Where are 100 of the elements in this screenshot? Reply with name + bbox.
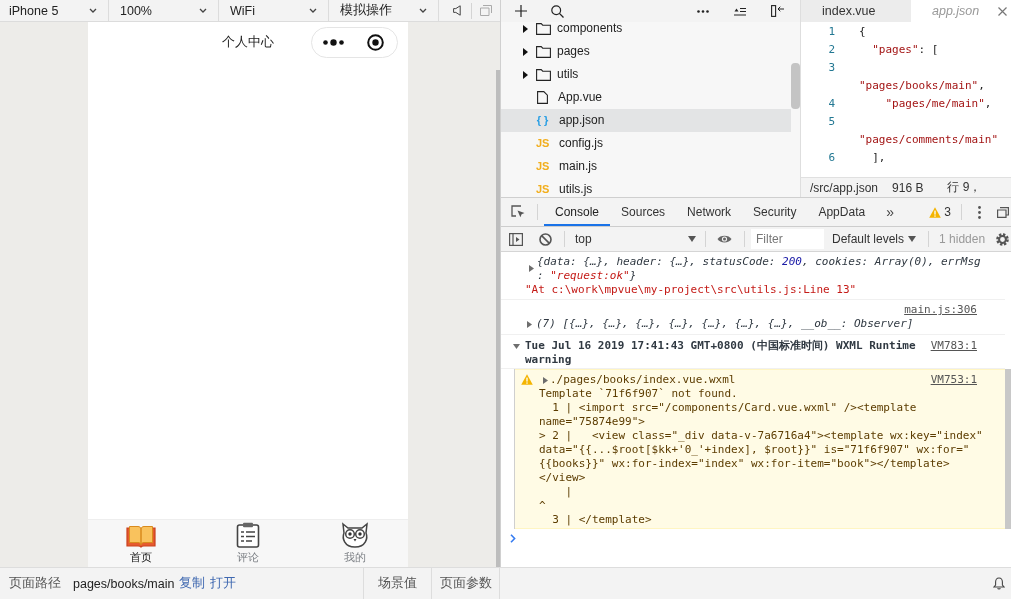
log-array-text: (7) [{…}, {…}, {…}, {…}, {…}, {…}, {…}, __ob__: Observer] xyxy=(536,317,914,331)
status-link[interactable]: 复制 xyxy=(179,575,206,592)
caret-icon[interactable] xyxy=(523,70,528,79)
more-dots-icon[interactable] xyxy=(323,38,344,46)
clipboard-icon xyxy=(236,522,260,548)
scrollbar-thumb[interactable] xyxy=(1005,369,1011,529)
page-title: 个人中心 xyxy=(222,34,274,50)
code-line: { xyxy=(859,24,867,40)
toolbar-dropdown[interactable]: iPhone 5 xyxy=(0,0,109,21)
file-tree-item[interactable]: JS main.js xyxy=(501,155,791,178)
line-number: 3 xyxy=(827,60,835,76)
dock-icon[interactable] xyxy=(997,206,1009,218)
status-link[interactable]: 打开 xyxy=(210,575,237,592)
inspect-icon[interactable] xyxy=(511,205,525,219)
toolbar-dropdown[interactable]: WiFi xyxy=(219,0,329,21)
sidebar-toggle-icon[interactable] xyxy=(509,232,523,246)
prompt-chevron-icon[interactable] xyxy=(510,533,516,543)
devtools-tab[interactable]: Sources xyxy=(610,198,677,226)
panel-arrow-icon[interactable] xyxy=(771,5,784,17)
scrollbar-thumb[interactable] xyxy=(496,70,500,567)
status-button[interactable]: 场景值 xyxy=(363,568,431,599)
folder-icon xyxy=(536,68,551,81)
chevron-down-icon xyxy=(309,8,317,13)
plus-icon[interactable] xyxy=(515,5,527,17)
file-tree-item[interactable]: pages xyxy=(501,40,791,63)
context-select[interactable]: top xyxy=(569,229,701,249)
source-link[interactable]: VM783:1 xyxy=(930,339,977,353)
editor-tab[interactable]: index.vue xyxy=(801,0,911,22)
tab-bar-item[interactable]: 首页 xyxy=(88,520,195,567)
toolbar-dropdown[interactable]: 模拟操作 xyxy=(329,0,439,21)
file-path: /src/app.json xyxy=(810,180,879,195)
folder-icon xyxy=(536,45,551,58)
owl-icon xyxy=(340,522,369,548)
status-button[interactable]: 页面参数 xyxy=(431,568,499,599)
folder-icon xyxy=(536,22,551,35)
tab-bar-item[interactable]: 我的 xyxy=(301,520,408,567)
clear-console-icon[interactable] xyxy=(539,232,552,246)
page-path: pages/books/main xyxy=(73,576,175,591)
chevron-down-icon xyxy=(419,8,427,13)
speaker-icon[interactable] xyxy=(453,5,461,16)
warning-title: ./pages/books/index.vue.wxml xyxy=(550,373,737,387)
warning-icon xyxy=(929,206,942,218)
file-type-icon: JS xyxy=(536,183,549,196)
source-link[interactable]: VM753:1 xyxy=(930,373,977,387)
hidden-count: 1 hidden xyxy=(939,232,986,246)
file-icon xyxy=(537,91,548,104)
search-icon[interactable] xyxy=(551,4,564,18)
expand-arrow-icon[interactable] xyxy=(529,265,534,272)
collapse-list-icon[interactable] xyxy=(734,6,746,16)
settings-icon[interactable] xyxy=(996,232,1009,246)
source-link[interactable]: main.js:306 xyxy=(904,303,977,317)
bell-icon[interactable] xyxy=(993,577,1005,590)
file-tree-item[interactable]: App.vue xyxy=(501,86,791,109)
line-number: 4 xyxy=(827,96,835,112)
code-line: "pages/books/main", xyxy=(859,78,986,94)
log-object-text: {data: {…}, header: {…}, statusCode: 200, cookies: Array(0), errMsg : "request:ok"} xyxy=(537,255,981,283)
line-number: 2 xyxy=(827,42,835,58)
kebab-menu-icon[interactable] xyxy=(978,205,981,219)
log-string-text: "At c:\work\mpvue\my-project\src\utils.js:Line 13" xyxy=(525,283,858,297)
warning-counter[interactable]: 3 xyxy=(929,205,951,219)
tab-bar-item[interactable]: 评论 xyxy=(194,520,302,567)
code-line: "pages/comments/main" xyxy=(859,132,1000,148)
code-line: ], xyxy=(871,150,887,166)
line-number: 5 xyxy=(827,114,835,130)
expand-arrow-icon[interactable] xyxy=(527,321,532,328)
more-dots-icon[interactable] xyxy=(697,9,709,13)
scrollbar-thumb[interactable] xyxy=(791,63,800,109)
group-title[interactable]: Tue Jul 16 2019 17:41:43 GMT+0800 (中国标准时间) WXML Runtime warning xyxy=(525,339,931,367)
file-type-icon: { } xyxy=(536,114,549,127)
warning-icon xyxy=(521,374,533,385)
expand-arrow-icon[interactable] xyxy=(543,377,548,384)
toolbar-dropdown[interactable]: 100% xyxy=(109,0,219,21)
file-type-icon: JS xyxy=(536,160,549,173)
file-size: 916 B xyxy=(892,180,924,195)
file-type-icon: JS xyxy=(536,137,549,150)
caret-icon[interactable] xyxy=(523,47,528,56)
log-levels-dropdown[interactable]: Default levels xyxy=(832,232,917,246)
path-label: 页面路径 xyxy=(9,575,61,592)
target-icon[interactable] xyxy=(367,33,384,51)
devtools-tab[interactable]: AppData xyxy=(807,198,877,226)
cursor-position: 行 9， xyxy=(947,179,982,196)
more-tabs-button[interactable]: » xyxy=(886,204,894,220)
book-icon xyxy=(126,525,157,548)
devtools-tab[interactable]: Network xyxy=(676,198,743,226)
filter-input[interactable]: Filter xyxy=(751,229,824,249)
file-tree-item[interactable]: JS utils.js xyxy=(501,178,791,197)
close-icon[interactable] xyxy=(998,6,1007,16)
chevron-down-icon xyxy=(89,8,97,13)
devtools-tab[interactable]: Security xyxy=(742,198,808,226)
file-tree-item[interactable]: utils xyxy=(501,63,791,86)
caret-down-icon xyxy=(908,236,917,242)
caret-down-icon xyxy=(688,236,696,242)
file-tree-item[interactable]: { } app.json xyxy=(501,109,791,132)
chevron-down-icon xyxy=(199,8,207,13)
caret-icon[interactable] xyxy=(523,24,528,33)
file-tree-item[interactable]: JS config.js xyxy=(501,132,791,155)
expand-arrow-icon[interactable] xyxy=(513,344,520,349)
line-number: 6 xyxy=(827,150,835,166)
file-tree-item[interactable]: components xyxy=(501,22,791,40)
eye-icon[interactable] xyxy=(717,234,732,244)
